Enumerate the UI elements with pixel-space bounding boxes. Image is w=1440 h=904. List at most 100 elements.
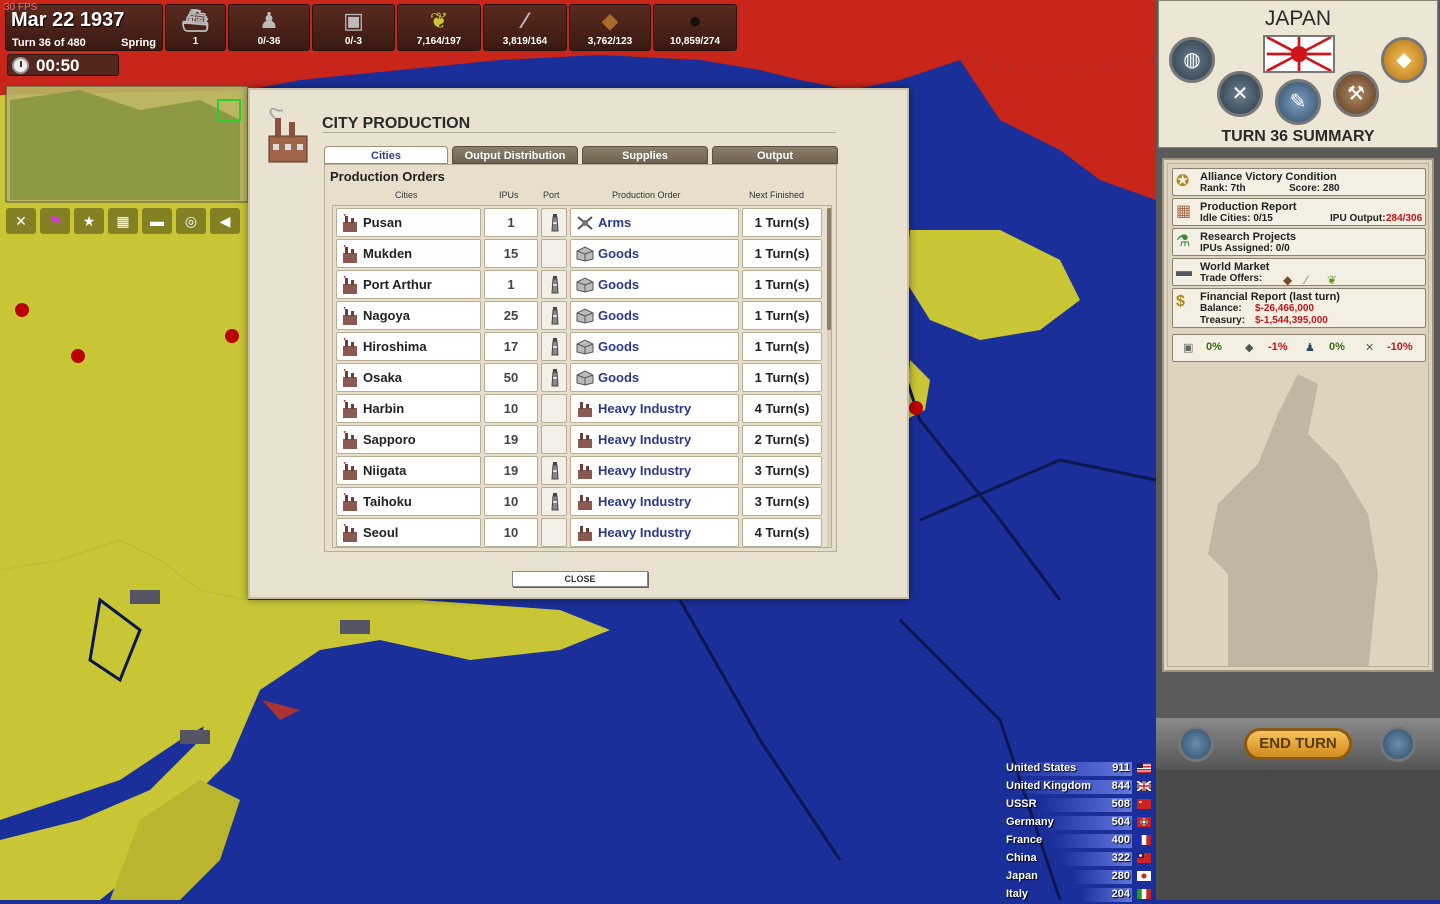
city-name-cell[interactable]: Niigata (336, 456, 481, 485)
worker-modifier-icon: ♟ (1305, 342, 1315, 354)
table-row[interactable]: Port Arthur 1 Goods 1 Turn(s) (334, 270, 822, 301)
oil-drop-icon: ● (688, 8, 702, 33)
military-swords-icon[interactable]: ✕ (1217, 71, 1263, 117)
nation-label: Italy (1006, 888, 1029, 900)
score-row[interactable]: USSR 508 (1006, 796, 1154, 814)
financial-report[interactable]: $ Financial Report (last turn) Balance: … (1172, 288, 1426, 328)
city-name-cell[interactable]: Port Arthur (336, 270, 481, 299)
tab-output[interactable]: Output (712, 146, 838, 164)
production-order-cell[interactable]: Goods (570, 332, 739, 361)
score-row[interactable]: Japan 280 (1006, 868, 1154, 886)
save-game-icon[interactable] (1178, 726, 1214, 762)
next-finished-cell: 1 Turn(s) (742, 208, 822, 237)
production-icon[interactable]: ✎ (1275, 79, 1321, 125)
score-row[interactable]: France 400 (1006, 832, 1154, 850)
production-order-cell[interactable]: Goods (570, 301, 739, 330)
victory-report[interactable]: ✪ Alliance Victory Condition Rank: 7th S… (1172, 168, 1426, 196)
options-icon[interactable] (1380, 726, 1416, 762)
unit-filter-icon[interactable]: ◎ (176, 208, 206, 234)
resource-oil[interactable]: ● 10,859/274 (653, 4, 737, 51)
flag-filter-icon[interactable]: ⚑ (40, 208, 70, 234)
resource-ore[interactable]: ◆ 3,762/123 (569, 4, 651, 51)
end-turn-button[interactable]: END TURN (1244, 728, 1352, 760)
scrollbar-thumb[interactable] (827, 208, 831, 330)
factory-filter-icon[interactable]: ▦ (108, 208, 138, 234)
production-order-label: Goods (598, 308, 640, 323)
production-order-cell[interactable]: Goods (570, 363, 739, 392)
table-row[interactable]: Osaka 50 Goods 1 Turn(s) (334, 363, 822, 394)
resource-food[interactable]: ❦ 7,164/197 (397, 4, 481, 51)
city-name-cell[interactable]: Taihoku (336, 487, 481, 516)
tab-supplies[interactable]: Supplies (582, 146, 708, 164)
score-row[interactable]: Italy 204 (1006, 886, 1154, 904)
title-divider (322, 132, 836, 133)
city-name-cell[interactable]: Mukden (336, 239, 481, 268)
production-order-cell[interactable]: Goods (570, 270, 739, 299)
city-icon (343, 431, 357, 449)
table-row[interactable]: Taihoku 10 Heavy Industry 3 Turn(s) (334, 487, 822, 518)
heavy-industry-icon (578, 495, 592, 510)
port-cell (541, 301, 567, 330)
port-cell (541, 518, 567, 547)
table-row[interactable]: Pusan 1 Arms 1 Turn(s) (334, 208, 822, 239)
table-row[interactable]: Hiroshima 17 Goods 1 Turn(s) (334, 332, 822, 363)
combat-filter-icon[interactable]: ✕ (6, 208, 36, 234)
table-row[interactable]: Sapporo 19 Heavy Industry 2 Turn(s) (334, 425, 822, 456)
tab-output-distribution[interactable]: Output Distribution (452, 146, 578, 164)
next-finished-cell: 3 Turn(s) (742, 487, 822, 516)
port-lighthouse-icon (551, 338, 559, 356)
trade-icon[interactable]: ⚒ (1333, 71, 1379, 117)
production-order-cell[interactable]: Heavy Industry (570, 518, 739, 547)
production-order-cell[interactable]: Heavy Industry (570, 394, 739, 423)
production-order-cell[interactable]: Heavy Industry (570, 425, 739, 454)
next-finished-cell: 3 Turn(s) (742, 456, 822, 485)
star-filter-icon[interactable]: ★ (74, 208, 104, 234)
port-cell (541, 270, 567, 299)
tab-cities[interactable]: Cities (324, 146, 448, 164)
next-finished-cell: 4 Turn(s) (742, 394, 822, 423)
score-row[interactable]: Germany 504 (1006, 814, 1154, 832)
diplomacy-globe-icon[interactable]: ◍ (1169, 37, 1215, 83)
table-row[interactable]: Seoul 10 Heavy Industry 4 Turn(s) (334, 518, 822, 547)
table-row[interactable]: Harbin 10 Heavy Industry 4 Turn(s) (334, 394, 822, 425)
production-order-cell[interactable]: Heavy Industry (570, 487, 739, 516)
city-name-cell[interactable]: Nagoya (336, 301, 481, 330)
production-order-cell[interactable]: Heavy Industry (570, 456, 739, 485)
tank-filter-icon[interactable]: ▬ (142, 208, 172, 234)
table-row[interactable]: Nagoya 25 Goods 1 Turn(s) (334, 301, 822, 332)
city-name-cell[interactable]: Osaka (336, 363, 481, 392)
ipu-cell: 1 (484, 208, 538, 237)
city-name-cell[interactable]: Hiroshima (336, 332, 481, 361)
resource-warships[interactable]: ⛴ 1 (165, 4, 226, 51)
city-name-cell[interactable]: Pusan (336, 208, 481, 237)
close-button[interactable]: CLOSE (512, 571, 648, 587)
research-report[interactable]: ⚗ Research Projects IPUs Assigned: 0/0 (1172, 228, 1426, 256)
side-panel-footer (1156, 770, 1440, 900)
city-icon (343, 276, 357, 294)
city-name-cell[interactable]: Seoul (336, 518, 481, 547)
score-row[interactable]: China 322 (1006, 850, 1154, 868)
city-name-cell[interactable]: Sapporo (336, 425, 481, 454)
production-order-cell[interactable]: Arms (570, 208, 739, 237)
nation-score: 204 (1111, 888, 1130, 900)
score-row[interactable]: United States 911 (1006, 760, 1154, 778)
resource-steel[interactable]: ⁄ 3,819/164 (483, 4, 567, 51)
production-order-cell[interactable]: Goods (570, 239, 739, 268)
research-icon[interactable]: ◆ (1381, 37, 1427, 83)
table-scrollbar[interactable] (827, 208, 831, 546)
world-market-report[interactable]: ▬ World Market Trade Offers: ◆ ⁄ ❦ (1172, 258, 1426, 287)
table-row[interactable]: Niigata 19 Heavy Industry 3 Turn(s) (334, 456, 822, 487)
resource-manpower[interactable]: ♟ 0/-36 (228, 4, 310, 51)
money-icon: $ (1176, 293, 1185, 310)
score-row[interactable]: United Kingdom 844 (1006, 778, 1154, 796)
production-report[interactable]: ▦ Production Report Idle Cities: 0/15 IP… (1172, 198, 1426, 226)
ore-modifier-icon: ◆ (1245, 342, 1254, 354)
goods-crate-icon (576, 370, 594, 386)
nation-score: 280 (1111, 870, 1130, 882)
column-header-next-finished: Next Finished (749, 190, 805, 200)
collapse-arrow-icon[interactable]: ◀ (210, 208, 240, 234)
resource-goods[interactable]: ▣ 0/-3 (312, 4, 395, 51)
table-row[interactable]: Mukden 15 Goods 1 Turn(s) (334, 239, 822, 270)
port-lighthouse-icon (551, 462, 559, 480)
city-name-cell[interactable]: Harbin (336, 394, 481, 423)
